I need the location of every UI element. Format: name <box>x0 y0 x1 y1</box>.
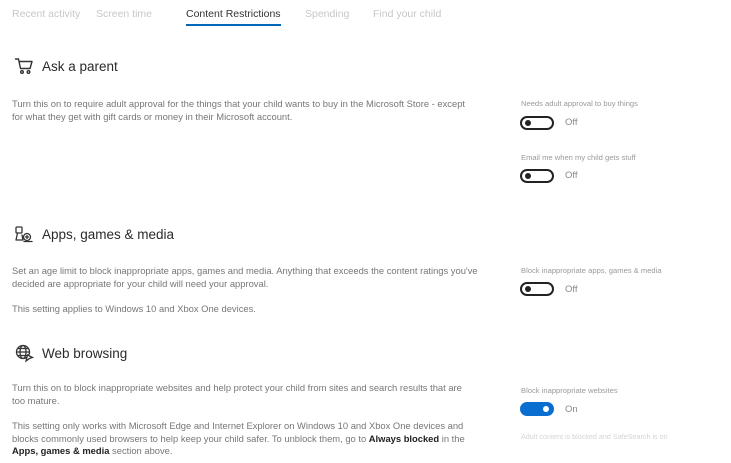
toggle-knob <box>525 286 531 292</box>
tab-content-restrictions[interactable]: Content Restrictions <box>186 8 281 26</box>
apps-note: This setting applies to Windows 10 and X… <box>12 303 256 314</box>
apps-title: Apps, games & media <box>42 226 175 242</box>
apps-games-media-icon <box>14 224 34 244</box>
cart-icon <box>14 56 34 76</box>
needs-approval-toggle[interactable] <box>520 116 554 130</box>
block-apps-label: Block inappropriate apps, games & media <box>521 266 662 275</box>
web-header: Web browsing <box>14 343 127 363</box>
needs-approval-state: Off <box>565 117 578 128</box>
tab-spending[interactable]: Spending <box>305 8 349 20</box>
tab-screen-time[interactable]: Screen time <box>96 8 152 20</box>
always-blocked-link: Always blocked <box>368 432 440 444</box>
block-apps-toggle[interactable] <box>520 282 554 296</box>
ask-parent-header: Ask a parent <box>14 56 118 76</box>
block-websites-toggle[interactable] <box>520 402 554 416</box>
globe-icon <box>14 343 35 363</box>
tab-recent-activity[interactable]: Recent activity <box>12 8 80 20</box>
ask-parent-title: Ask a parent <box>42 58 118 74</box>
web-note-text: in the <box>439 432 465 444</box>
email-me-toggle[interactable] <box>520 169 554 183</box>
email-me-label: Email me when my child gets stuff <box>521 153 636 162</box>
apps-description: Set an age limit to block inappropriate … <box>12 265 478 289</box>
toggle-knob <box>525 120 531 126</box>
needs-approval-label: Needs adult approval to buy things <box>521 99 638 108</box>
ask-parent-description: Turn this on to require adult approval f… <box>12 98 466 122</box>
email-me-state: Off <box>565 170 578 181</box>
toggle-knob <box>543 406 549 412</box>
block-apps-state: Off <box>565 284 578 295</box>
apps-games-media-ref: Apps, games & media <box>12 445 110 456</box>
apps-header: Apps, games & media <box>14 224 174 244</box>
block-websites-label: Block inappropriate websites <box>521 386 618 395</box>
block-websites-state: On <box>565 404 578 415</box>
web-note: This setting only works with Microsoft E… <box>12 420 490 458</box>
toggle-knob <box>525 173 531 179</box>
web-title: Web browsing <box>42 345 128 361</box>
web-note-text: section above. <box>109 445 173 456</box>
safe-search-info: Adult content is blocked and SafeSearch … <box>521 432 668 441</box>
tab-bar: Recent activity Screen time Content Rest… <box>0 0 731 30</box>
tab-find-your-child[interactable]: Find your child <box>373 8 441 20</box>
web-description: Turn this on to block inappropriate webs… <box>12 382 462 406</box>
